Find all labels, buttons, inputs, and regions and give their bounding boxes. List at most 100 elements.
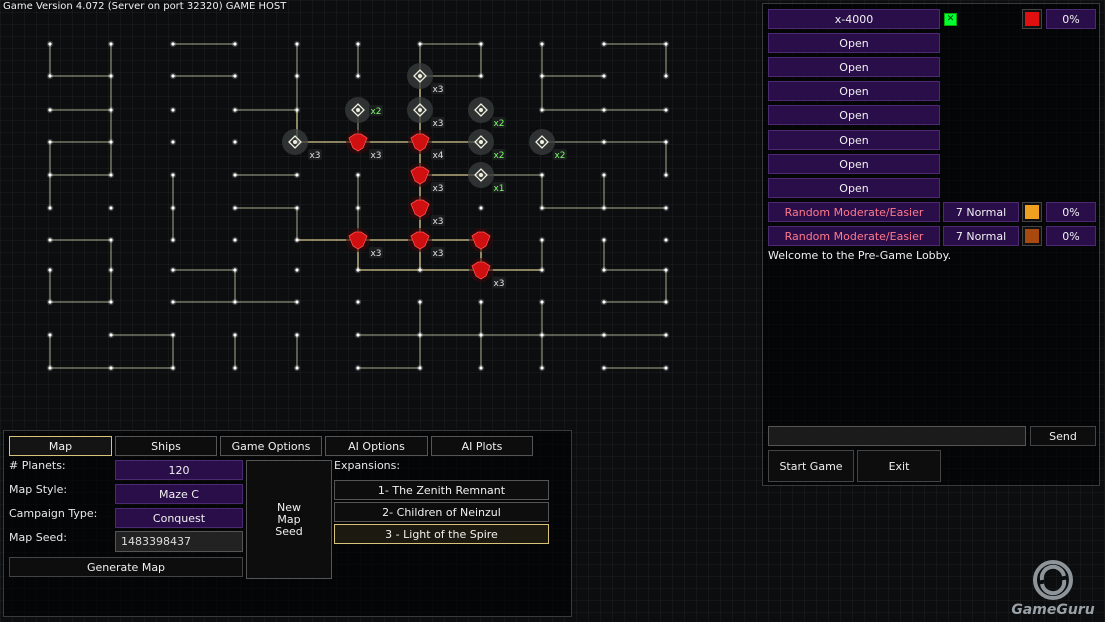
planet-node[interactable] xyxy=(664,74,668,78)
ai-difficulty-selector[interactable]: 7 Normal xyxy=(943,202,1019,222)
planet-node[interactable] xyxy=(664,333,668,337)
planet-node[interactable] xyxy=(295,108,299,112)
planet-node[interactable] xyxy=(356,74,360,78)
planets-selector[interactable]: 120 xyxy=(115,460,243,480)
planet-node[interactable] xyxy=(418,42,422,46)
planet-node[interactable] xyxy=(48,74,52,78)
planet-node[interactable] xyxy=(602,268,606,272)
expansion-light-of-the-spire[interactable]: 3 - Light of the Spire xyxy=(334,524,549,544)
planet-node[interactable] xyxy=(664,366,668,370)
player-slot[interactable]: Random Moderate/Easier xyxy=(768,226,940,246)
planet-node[interactable] xyxy=(48,300,52,304)
tab-map[interactable]: Map xyxy=(9,436,112,456)
planet-node[interactable] xyxy=(171,173,175,177)
planet-node[interactable] xyxy=(48,42,52,46)
planet-node[interactable] xyxy=(664,108,668,112)
player-slot[interactable]: Open xyxy=(768,33,940,53)
tab-ai-options[interactable]: AI Options xyxy=(325,436,428,456)
planet-node[interactable] xyxy=(602,140,606,144)
planet-node[interactable] xyxy=(356,366,360,370)
player-slot[interactable]: Open xyxy=(768,57,940,77)
planet-node[interactable] xyxy=(664,206,668,210)
player-slot[interactable]: Open xyxy=(768,105,940,125)
planet-node[interactable] xyxy=(295,173,299,177)
planet-node[interactable] xyxy=(479,300,483,304)
planet-node[interactable] xyxy=(479,366,483,370)
planet-node[interactable] xyxy=(295,366,299,370)
planet-node[interactable] xyxy=(109,333,113,337)
tab-game-options[interactable]: Game Options xyxy=(220,436,322,456)
planet-node[interactable] xyxy=(295,74,299,78)
planet-node[interactable] xyxy=(233,140,237,144)
planet-node[interactable] xyxy=(356,268,360,272)
planet-node[interactable] xyxy=(233,268,237,272)
expansion-zenith-remnant[interactable]: 1- The Zenith Remnant xyxy=(334,480,549,500)
ai-difficulty-selector[interactable]: 7 Normal xyxy=(943,226,1019,246)
planet-node[interactable] xyxy=(171,333,175,337)
planet-node[interactable] xyxy=(171,108,175,112)
ready-checkbox-icon[interactable]: ✕ xyxy=(944,13,957,26)
planet-node[interactable] xyxy=(540,173,544,177)
planet-node[interactable] xyxy=(48,173,52,177)
planet-node[interactable] xyxy=(171,74,175,78)
planet-node[interactable] xyxy=(418,366,422,370)
planet-node[interactable] xyxy=(295,42,299,46)
planet-node[interactable] xyxy=(356,206,360,210)
planet-node[interactable] xyxy=(664,42,668,46)
planet-node[interactable] xyxy=(664,238,668,242)
planet-node[interactable] xyxy=(356,300,360,304)
handicap-selector[interactable]: 0% xyxy=(1046,226,1096,246)
tab-ships[interactable]: Ships xyxy=(115,436,217,456)
exit-button[interactable]: Exit xyxy=(857,450,941,482)
planet-node[interactable] xyxy=(479,206,483,210)
planet-node[interactable] xyxy=(48,366,52,370)
planet-node[interactable] xyxy=(233,333,237,337)
planet-node[interactable] xyxy=(540,42,544,46)
player-slot[interactable]: Open xyxy=(768,130,940,150)
planet-node[interactable] xyxy=(356,333,360,337)
planet-node[interactable] xyxy=(109,74,113,78)
planet-node[interactable] xyxy=(602,206,606,210)
planet-node[interactable] xyxy=(109,140,113,144)
player-color-picker[interactable] xyxy=(1022,226,1042,246)
planet-node[interactable] xyxy=(171,268,175,272)
handicap-selector[interactable]: 0% xyxy=(1046,9,1096,29)
planet-node[interactable] xyxy=(418,333,422,337)
planet-node[interactable] xyxy=(233,206,237,210)
player-color-picker[interactable] xyxy=(1022,202,1042,222)
planet-node[interactable] xyxy=(540,268,544,272)
generate-map-button[interactable]: Generate Map xyxy=(9,557,243,577)
planet-node[interactable] xyxy=(171,366,175,370)
map-style-selector[interactable]: Maze C xyxy=(115,484,243,504)
planet-node[interactable] xyxy=(540,366,544,370)
planet-node[interactable] xyxy=(109,108,113,112)
planet-node[interactable] xyxy=(356,173,360,177)
planet-node[interactable] xyxy=(418,300,422,304)
planet-node[interactable] xyxy=(48,333,52,337)
planet-node[interactable] xyxy=(109,366,113,370)
planet-node[interactable] xyxy=(356,42,360,46)
planet-node[interactable] xyxy=(295,300,299,304)
planet-node[interactable] xyxy=(233,173,237,177)
planet-node[interactable] xyxy=(540,74,544,78)
planet-node[interactable] xyxy=(418,268,422,272)
planet-node[interactable] xyxy=(540,333,544,337)
planet-node[interactable] xyxy=(602,173,606,177)
player-slot-host[interactable]: x-4000 xyxy=(768,9,940,29)
planet-node[interactable] xyxy=(171,140,175,144)
planet-node[interactable] xyxy=(233,238,237,242)
planet-node[interactable] xyxy=(664,268,668,272)
planet-node[interactable] xyxy=(602,238,606,242)
planet-node[interactable] xyxy=(233,300,237,304)
planet-node[interactable] xyxy=(479,42,483,46)
planet-node[interactable] xyxy=(109,238,113,242)
planet-node[interactable] xyxy=(602,42,606,46)
player-slot[interactable]: Open xyxy=(768,178,940,198)
planet-node[interactable] xyxy=(233,42,237,46)
planet-node[interactable] xyxy=(48,108,52,112)
planet-node[interactable] xyxy=(109,42,113,46)
planet-node[interactable] xyxy=(479,333,483,337)
galaxy-map[interactable]: x3x2x3x3x2x3x4x2x2x3x1x2x3x3x3x3 xyxy=(0,0,760,420)
chat-input[interactable] xyxy=(768,426,1026,446)
planet-node[interactable] xyxy=(171,206,175,210)
